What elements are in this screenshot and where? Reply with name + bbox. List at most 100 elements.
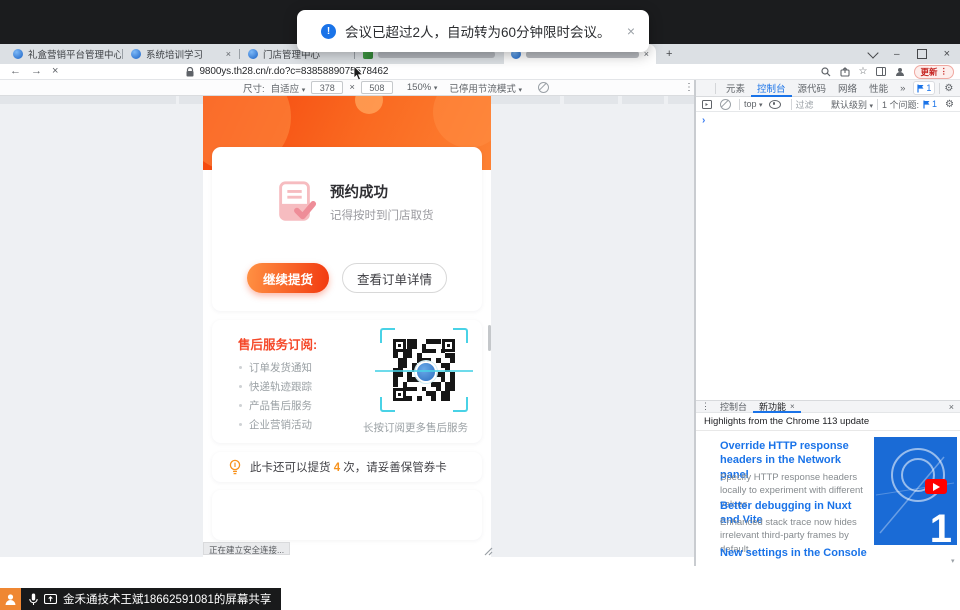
new-tab-icon[interactable]: + — [666, 48, 672, 60]
size-label: 尺寸: — [243, 81, 265, 95]
lock-icon — [186, 67, 194, 77]
qr-scanline — [375, 370, 473, 372]
more-tabs-icon[interactable]: » — [894, 80, 911, 97]
live-expression-eye-icon[interactable] — [769, 100, 781, 109]
qr-finder-icon — [393, 388, 406, 401]
scroll-down-icon[interactable]: ▾ — [951, 557, 955, 565]
devtools-panel: 元素 控制台 源代码 网络 性能 » 1 ⚙ ⋮ × top ▾ 过滤 默认级别… — [694, 80, 960, 566]
divider — [739, 99, 740, 110]
tab-close-icon[interactable]: × — [790, 402, 795, 411]
share-icon[interactable] — [840, 67, 850, 77]
whats-new-link[interactable]: New settings in the Console — [720, 546, 868, 560]
mouse-cursor — [353, 66, 365, 81]
log-level-select[interactable]: 默认级别 ▾ — [831, 98, 873, 111]
viewport-height-input[interactable] — [361, 81, 393, 94]
console-filter-input[interactable]: 过滤 — [796, 98, 814, 111]
minimize-icon[interactable]: – — [894, 49, 900, 60]
tip-text: 此卡还可以提货 4 次，请妥善保管券卡 — [250, 459, 447, 475]
issues-badge[interactable]: 1 — [913, 81, 935, 95]
drawer-menu-icon[interactable]: ⋮ — [701, 401, 710, 412]
bullet-icon — [239, 366, 242, 369]
ruler-block — [564, 96, 618, 104]
tab-separator — [122, 49, 123, 59]
devtools-tab-sources[interactable]: 源代码 — [792, 80, 833, 97]
subscribe-list: 订单发货通知 快递轨迹跟踪 产品售后服务 企业营销活动 — [239, 358, 312, 434]
clear-console-icon[interactable] — [720, 99, 731, 110]
view-order-button[interactable]: 查看订单详情 — [342, 263, 447, 293]
tab-label: 礼盒营销平台管理中心 — [28, 47, 121, 61]
issues-counter[interactable]: 1 个问题: — [882, 98, 919, 111]
page-scrollbar[interactable] — [488, 325, 491, 351]
side-panel-icon[interactable] — [876, 67, 886, 76]
devtools-tab-elements[interactable]: 元素 — [720, 80, 751, 97]
chevron-down-icon: ▾ — [759, 102, 763, 109]
flag-icon — [923, 100, 930, 109]
emulated-page: 预约成功 记得按时到门店取货 继续提货 查看订单详情 售后服务订阅: 订单发货通… — [203, 96, 491, 557]
divider — [715, 83, 716, 94]
throttling-select[interactable]: 已停用节流模式 ▾ — [449, 81, 522, 95]
stop-icon[interactable]: × — [52, 66, 58, 77]
share-text: 金禾通技术王斌18662591081的屏幕共享 — [63, 591, 271, 607]
tab-label: 系统培训学习 — [146, 47, 203, 61]
pickup-tip-card: 此卡还可以提货 4 次，请妥善保管券卡 — [212, 452, 482, 482]
window-close-icon[interactable]: × — [944, 48, 950, 60]
continue-pickup-button[interactable]: 继续提货 — [247, 263, 329, 293]
size-mode-select[interactable]: 自适应 ▾ — [271, 81, 306, 95]
tab-training[interactable]: 系统培训学习 × — [124, 44, 238, 64]
person-icon — [4, 593, 17, 606]
drawer-tab-whats-new[interactable]: 新功能× — [753, 400, 801, 413]
tab-search-chevron-icon[interactable] — [867, 47, 878, 58]
flag-icon — [917, 84, 924, 93]
console-output[interactable]: › — [696, 112, 960, 400]
success-card: 预约成功 记得按时到门店取货 继续提货 查看订单详情 — [212, 147, 482, 311]
forward-icon[interactable]: → — [31, 66, 42, 77]
drawer-tab-console[interactable]: 控制台 — [714, 400, 753, 413]
tab-favicon — [248, 49, 258, 59]
viewport-width-input[interactable] — [311, 81, 343, 94]
list-item: 快递轨迹跟踪 — [239, 377, 312, 396]
list-item: 订单发货通知 — [239, 358, 312, 377]
console-settings-icon[interactable]: ⚙ — [945, 99, 954, 110]
subscribe-card: 售后服务订阅: 订单发货通知 快递轨迹跟踪 产品售后服务 企业营销活动 — [212, 320, 482, 443]
ruler-block — [0, 96, 176, 104]
update-button[interactable]: 更新 ⋮ — [914, 65, 954, 79]
context-selector[interactable]: top ▾ — [744, 99, 763, 109]
devtools-tab-performance[interactable]: 性能 — [863, 80, 894, 97]
toast-close-icon[interactable]: × — [627, 23, 635, 39]
chevron-down-icon: ▾ — [302, 87, 306, 94]
console-toolbar: top ▾ 过滤 默认级别 ▾ 1 个问题: 1 ⚙ — [696, 97, 960, 112]
emulation-workspace: 预约成功 记得按时到门店取货 继续提货 查看订单详情 售后服务订阅: 订单发货通… — [0, 96, 694, 557]
rotate-disabled-icon — [538, 82, 549, 93]
qr-corner-icon — [453, 328, 468, 343]
divider — [939, 83, 940, 94]
play-button-icon[interactable] — [925, 479, 947, 494]
qr-code-frame[interactable] — [380, 328, 468, 412]
console-sidebar-icon[interactable] — [702, 100, 712, 109]
microphone-icon — [29, 593, 38, 606]
maximize-icon[interactable] — [917, 49, 927, 59]
drawer-close-icon[interactable]: × — [949, 402, 954, 412]
bullet-icon — [239, 423, 242, 426]
devtools-tab-console[interactable]: 控制台 — [751, 80, 792, 97]
back-icon[interactable]: ← — [10, 66, 21, 77]
tab-close-icon[interactable]: × — [226, 49, 231, 59]
devtools-tabbar: 元素 控制台 源代码 网络 性能 » 1 ⚙ ⋮ × — [696, 80, 960, 97]
list-item: 企业营销活动 — [239, 415, 312, 434]
times-separator: × — [349, 82, 355, 93]
resize-corner-icon[interactable] — [483, 546, 493, 556]
profile-avatar-icon[interactable] — [895, 67, 905, 77]
zoom-icon[interactable] — [821, 67, 831, 77]
meeting-toast: ! 会议已超过2人，自动转为60分钟限时会议。 × — [297, 10, 649, 52]
device-bar-menu-icon[interactable]: ⋮ — [684, 82, 694, 93]
whats-new-video-thumbnail[interactable]: 1 — [874, 437, 957, 545]
browser-toolbar: ← → × 9800ys.th28.cn/r.do?c=838588907557… — [0, 64, 960, 80]
zoom-select[interactable]: 150% ▾ — [407, 82, 437, 93]
devtools-tab-network[interactable]: 网络 — [832, 80, 863, 97]
tab-gift-admin[interactable]: 礼盒营销平台管理中心 × — [6, 44, 121, 64]
screen-share-icon — [44, 594, 57, 605]
bookmark-star-icon[interactable]: ☆ — [859, 67, 868, 77]
toast-message: 会议已超过2人，自动转为60分钟限时会议。 — [345, 21, 611, 41]
whats-new-header: Highlights from the Chrome 113 update — [696, 413, 960, 431]
devtools-settings-icon[interactable]: ⚙ — [944, 83, 953, 94]
success-subtitle: 记得按时到门店取货 — [330, 207, 434, 223]
